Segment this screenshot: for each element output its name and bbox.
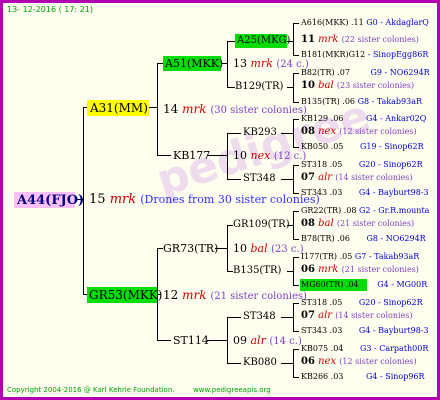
- a25-box[interactable]: A25(MKG): [235, 34, 290, 48]
- g4-row[interactable]: KB075 .04 G3 - Carpath00R: [301, 345, 428, 353]
- pedigree-frame: pedigree 13- 12-2016 ( 17: 21) Copyright…: [0, 0, 440, 400]
- g4-row[interactable]: A616(MKK) .11 G0 - AkdaglarQ: [301, 19, 429, 27]
- g4-row[interactable]: ST343 .03 G4 - Bayburt98-3: [301, 327, 429, 335]
- kb293-id[interactable]: KB293: [243, 128, 277, 138]
- g4-row[interactable]: B135(TR) .06 G8 - Takab93aR: [301, 98, 422, 106]
- mother-id: A31(MM): [90, 101, 148, 115]
- site-link[interactable]: www.pedigreeapis.org: [193, 387, 271, 394]
- g4-row[interactable]: ST318 .05 G20 - Sinop62R: [301, 161, 423, 169]
- fm-line: 10 bal (23 c.): [233, 242, 304, 255]
- g4-row[interactable]: KB266 .03 G4 - Sinop96R: [301, 373, 425, 381]
- mother-line: 14 mrk (30 sister colonies): [163, 102, 307, 116]
- st348b-info: 07 alr (14 sister colonies): [301, 310, 413, 321]
- g4-row[interactable]: KB050 .05 G19 - Sinop62R: [301, 143, 424, 151]
- timestamp: 13- 12-2016 ( 17: 21): [7, 5, 93, 14]
- father-id: GR53(MKK): [89, 288, 163, 302]
- g4-row[interactable]: ST318 .05 G20 - Sinop62R: [301, 299, 423, 307]
- g4-row[interactable]: B78(TR) .06 G8 - NO6294R: [301, 235, 426, 243]
- b135-info: 06 mrk (21 sister colonies): [301, 264, 419, 275]
- g4-row[interactable]: GR22(TR) .08 G2 - Gr.R.mounta: [301, 207, 429, 215]
- mm-box[interactable]: A51(MKK): [163, 56, 223, 71]
- st348a-id[interactable]: ST348: [243, 174, 276, 184]
- mf-line: 10 nex (12 c.): [233, 149, 307, 162]
- father-box[interactable]: GR53(MKK): [87, 287, 162, 303]
- root-gen: 15: [89, 192, 106, 207]
- copyright: Copyright 2004-2016 @ Karl Kehrle Founda…: [7, 386, 175, 394]
- ff-id[interactable]: ST114: [173, 335, 209, 346]
- b129-info: 10 bal (23 sister colonies): [301, 80, 415, 91]
- kb293-info: 08 nex (12 sister colonies): [301, 126, 417, 137]
- g4-row[interactable]: KB129 .06 G4 - Ankar02Q: [301, 115, 426, 123]
- father-line: 12 mrk (21 sister colonies): [163, 288, 307, 302]
- g4-row[interactable]: I177(TR) .05 G7 - Takab93aR: [301, 253, 419, 261]
- kb080-info: 06 nex (12 sister colonies): [301, 356, 417, 367]
- fm-id[interactable]: GR73(TR): [163, 243, 218, 254]
- kb080-id[interactable]: KB080: [243, 358, 277, 368]
- g4-row[interactable]: MG60(TR) .04 G4 - MG00R: [301, 281, 427, 289]
- st348a-info: 07 alr (14 sister colonies): [301, 172, 413, 183]
- root-mark: mrk: [109, 192, 137, 207]
- gr109-id[interactable]: GR109(TR): [233, 220, 290, 230]
- root-id: A44(FJO): [17, 193, 85, 208]
- gr109-info: 08 bal (21 sister colonies): [301, 218, 415, 229]
- mm-line: 13 mrk (24 c.): [233, 57, 309, 70]
- b129-id[interactable]: B129(TR): [235, 82, 283, 92]
- ff-line: 09 alr (14 c.): [233, 334, 302, 347]
- root-box[interactable]: A44(FJO): [14, 192, 84, 208]
- root-line: 15 mrk (Drones from 30 sister colonies): [89, 193, 320, 206]
- b135-id[interactable]: B135(TR): [233, 266, 281, 276]
- root-note: (Drones from 30 sister colonies): [140, 193, 320, 206]
- mf-id[interactable]: KB177: [173, 150, 210, 161]
- g4-row[interactable]: B181(MKR)G12 - SinopEgg86R: [301, 51, 428, 59]
- g4-row[interactable]: B82(TR) .07 G9 - NO6294R: [301, 69, 430, 77]
- mother-box[interactable]: A31(MM): [87, 100, 149, 116]
- st348b-id[interactable]: ST348: [243, 312, 276, 322]
- a25-info: 11 mrk (22 sister colonies): [301, 34, 419, 45]
- g4-row[interactable]: ST343 .03 G4 - Bayburt98-3: [301, 189, 429, 197]
